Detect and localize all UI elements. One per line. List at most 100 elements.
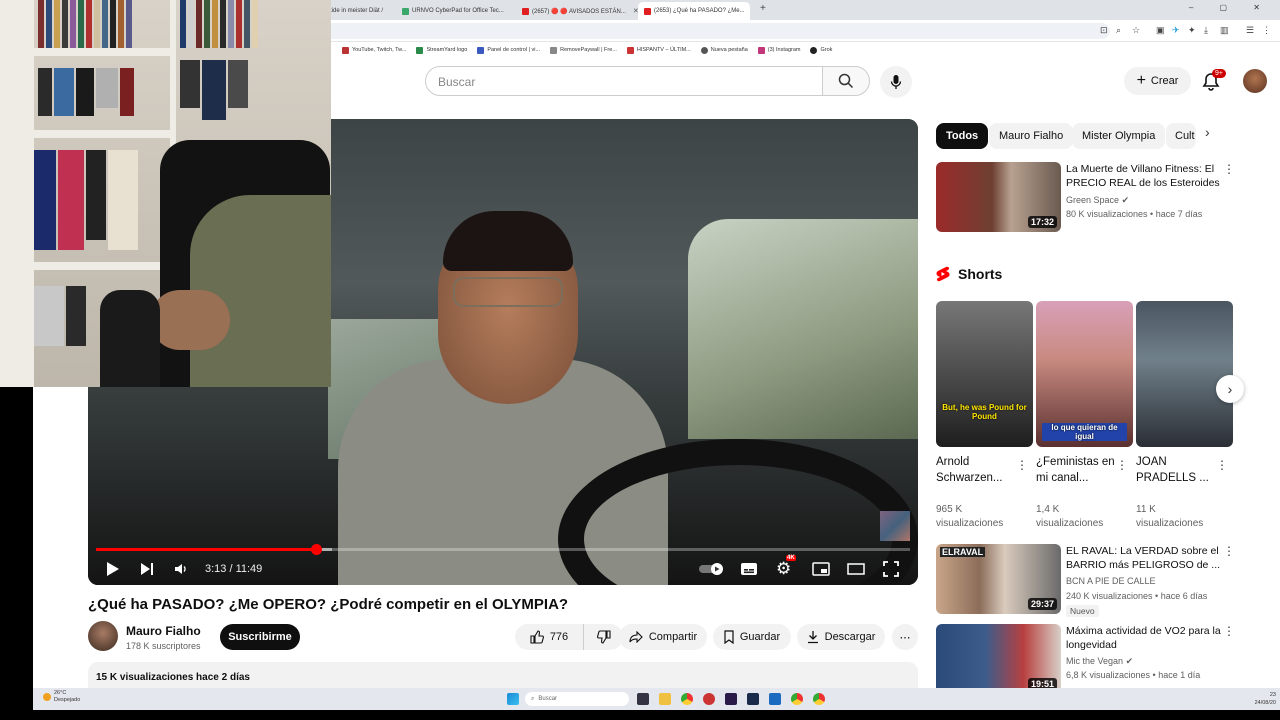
bookmark-item[interactable]: Grok <box>810 46 832 54</box>
new-tab-button[interactable]: + <box>760 3 766 14</box>
share-button[interactable]: Compartir <box>619 624 707 650</box>
related-video-channel[interactable]: Green Space ✔ <box>1066 195 1129 206</box>
windows-start-icon[interactable] <box>507 693 519 705</box>
dislike-button[interactable] <box>583 624 623 650</box>
related-video-channel[interactable]: BCN A PIE DE CALLE <box>1066 576 1156 586</box>
more-vertical-icon[interactable]: ⋮ <box>1016 458 1028 472</box>
more-actions-button[interactable]: ⋯ <box>892 624 918 650</box>
bookmark-icon <box>724 630 734 644</box>
translate-extension-icon[interactable]: ✈ <box>1172 25 1180 36</box>
search-input[interactable]: Buscar <box>425 66 823 96</box>
more-vertical-icon[interactable]: ⋮ <box>1223 544 1235 558</box>
more-vertical-icon[interactable]: ⋮ <box>1223 624 1235 638</box>
voice-search-button[interactable] <box>880 66 912 98</box>
bookmark-item[interactable]: Nueva pestaña <box>700 46 748 54</box>
downloads-icon[interactable]: ⤓ <box>1204 25 1208 36</box>
task-view-icon[interactable] <box>637 693 649 705</box>
progress-scrubber-handle[interactable] <box>310 544 322 555</box>
bookmark-item[interactable]: Panel de control | vi... <box>477 46 540 54</box>
extension-icon[interactable]: ▣ <box>1156 25 1165 36</box>
account-avatar[interactable] <box>1243 69 1267 93</box>
miniplayer-button[interactable] <box>812 559 830 579</box>
search-button[interactable] <box>822 66 870 96</box>
taskbar-search[interactable]: ⌕ Buscar <box>525 692 629 706</box>
related-video-title[interactable]: Máxima actividad de VO2 para la longevid… <box>1066 624 1231 652</box>
fullscreen-button[interactable] <box>883 559 899 579</box>
short-views: 1,4 K visualizaciones <box>1036 504 1104 529</box>
chip-topic[interactable]: Mister Olympia <box>1072 123 1166 149</box>
channel-avatar[interactable] <box>88 621 118 651</box>
browser-tab[interactable]: (2657) 🔴 🔴 AVISADOS ESTÁN... ✕ <box>522 2 640 20</box>
bookmark-item[interactable]: (3) Instagram <box>757 46 800 54</box>
next-button[interactable] <box>140 559 154 579</box>
browser-tab[interactable]: tide in meister Diät /✕ <box>330 2 390 20</box>
app-icon[interactable] <box>769 693 781 705</box>
save-button[interactable]: Guardar <box>713 624 791 650</box>
install-app-icon[interactable]: ⊡ <box>1100 25 1108 36</box>
subtitles-button[interactable] <box>740 559 758 579</box>
weather-widget[interactable]: 26°C Despejado <box>43 690 80 704</box>
address-bar[interactable] <box>330 23 1110 39</box>
browser-tab-active[interactable]: (2653) ¿Qué ha PASADO? ¿Me...✕ <box>638 2 750 20</box>
autoplay-toggle[interactable] <box>698 559 726 579</box>
bookmark-item[interactable]: RemovePaywall | Fre... <box>550 46 617 54</box>
play-button[interactable] <box>106 559 120 579</box>
like-button[interactable]: 776 <box>515 624 583 650</box>
related-video-thumbnail[interactable]: 17:32 <box>936 162 1061 232</box>
channel-watermark[interactable] <box>880 511 910 541</box>
short-title[interactable]: Arnold Schwarzen... <box>936 454 1016 486</box>
bookmark-item[interactable]: YouTube, Twitch, Tw... <box>342 46 406 54</box>
more-vertical-icon[interactable]: ⋮ <box>1116 458 1128 472</box>
bookmark-favicon-icon <box>477 46 485 54</box>
browser-tab[interactable]: URNVO CyberPad for Office Tec...✕ <box>402 2 510 20</box>
short-thumbnail[interactable]: lo que quieran de igual <box>1036 301 1133 447</box>
zoom-icon[interactable]: ⌕ <box>1116 25 1121 36</box>
more-vertical-icon[interactable]: ⋮ <box>1223 162 1235 176</box>
description-box[interactable]: 15 K visualizaciones hace 2 días <box>88 662 918 688</box>
chip-channel[interactable]: Mauro Fialho <box>989 123 1074 149</box>
short-thumbnail[interactable]: But, he was Pound for Pound <box>936 301 1033 447</box>
create-button[interactable]: + Crear <box>1124 67 1191 95</box>
sidebar-icon[interactable]: ▥ <box>1220 25 1229 36</box>
bookshelf <box>0 0 34 387</box>
related-video-title[interactable]: La Muerte de Villano Fitness: El PRECIO … <box>1066 162 1231 190</box>
clock-time: 23 <box>1269 692 1276 698</box>
chevron-right-icon[interactable]: › <box>1205 124 1210 140</box>
bookmark-item[interactable]: HISPANTV – ÚLTIM... <box>626 46 691 54</box>
related-video-title[interactable]: EL RAVAL: La VERDAD sobre el BARRIO más … <box>1066 544 1231 572</box>
progress-bar[interactable] <box>96 544 910 555</box>
file-explorer-icon[interactable] <box>659 693 671 705</box>
chip-all[interactable]: Todos <box>936 123 989 149</box>
channel-name[interactable]: Mauro Fialho <box>126 624 201 638</box>
short-title[interactable]: ¿Feministas en mi canal... <box>1036 454 1116 486</box>
download-button[interactable]: Descargar <box>797 624 885 650</box>
volume-button[interactable] <box>174 559 188 579</box>
shorts-next-button[interactable]: › <box>1216 375 1244 403</box>
related-video-channel[interactable]: Mic the Vegan ✔ <box>1066 656 1133 667</box>
bookmark-item[interactable]: StreamYard logo <box>416 46 467 54</box>
related-video-thumbnail[interactable]: ELRAVAL 29:37 <box>936 544 1061 614</box>
theater-mode-button[interactable] <box>847 559 865 579</box>
settings-button[interactable]: ⚙ 4K <box>776 555 796 579</box>
app-icon[interactable] <box>703 693 715 705</box>
like-count: 776 <box>549 631 569 643</box>
premiere-icon[interactable] <box>725 693 737 705</box>
related-video-thumbnail[interactable]: 19:51 <box>936 624 1061 688</box>
system-clock[interactable]: 23 24/08/20 <box>1255 691 1276 707</box>
chrome-icon[interactable] <box>681 693 693 705</box>
chrome-icon[interactable] <box>791 693 803 705</box>
books <box>38 68 134 116</box>
chrome-icon[interactable] <box>813 693 825 705</box>
more-vertical-icon[interactable]: ⋮ <box>1216 458 1228 472</box>
window-controls[interactable]: – ▢ ✕ <box>1189 3 1272 12</box>
chip-topic[interactable]: Cult <box>1166 123 1196 149</box>
extensions-puzzle-icon[interactable]: ✦ <box>1188 25 1196 36</box>
short-thumbnail[interactable] <box>1136 301 1233 447</box>
search-icon: ⌕ <box>531 695 535 702</box>
photoshop-icon[interactable] <box>747 693 759 705</box>
short-title[interactable]: JOAN PRADELLS ... <box>1136 454 1216 486</box>
cast-icon[interactable]: ☰ <box>1246 25 1254 36</box>
bookmark-star-icon[interactable]: ☆ <box>1132 25 1140 36</box>
browser-menu-icon[interactable]: ⋮ <box>1262 25 1271 36</box>
subscribe-button[interactable]: Suscribirme <box>220 624 300 650</box>
